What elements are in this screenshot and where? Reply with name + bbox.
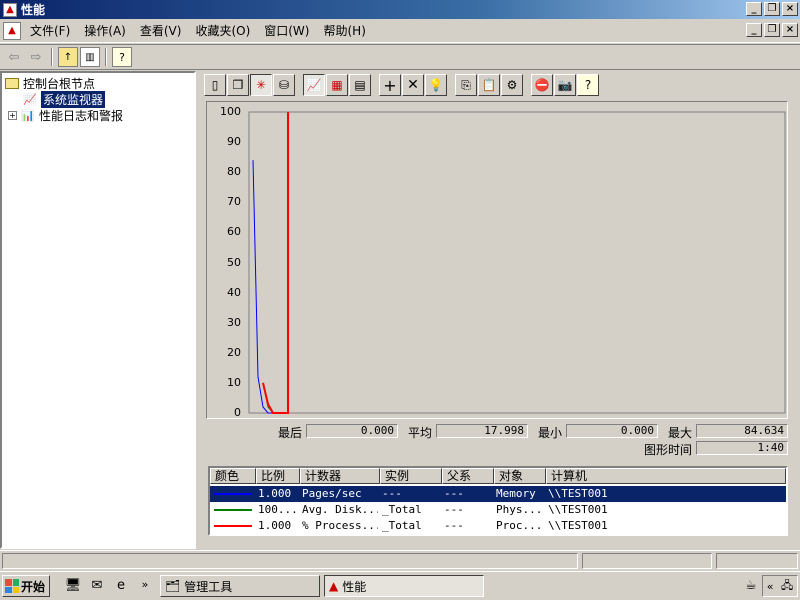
clear-display-icon[interactable]: ❒: [227, 74, 249, 96]
avg-label: 平均: [408, 426, 433, 440]
highlight-icon[interactable]: 💡: [425, 74, 447, 96]
folder-icon: [5, 78, 19, 89]
restore-button[interactable]: ❐: [764, 2, 780, 16]
last-value: 0.000: [306, 424, 398, 438]
tree-item-perf-logs[interactable]: + 📊 性能日志和警报: [8, 107, 123, 124]
tree-item-system-monitor[interactable]: 📈 系统监视器: [22, 91, 106, 108]
duration-label: 图形时间: [644, 443, 693, 457]
add-counter-icon[interactable]: +: [379, 74, 401, 96]
help-icon[interactable]: ?: [577, 74, 599, 96]
min-value: 0.000: [566, 424, 658, 438]
color-swatch: [214, 509, 252, 511]
column-counter[interactable]: 计数器: [300, 468, 380, 484]
legend-row[interactable]: 100... Avg. Disk... _Total --- Phys... \…: [210, 502, 786, 518]
menu-bar: ▲ 文件(F) 操作(A) 查看(V) 收藏夹(O) 窗口(W) 帮助(H): [0, 19, 800, 43]
perfmon-icon: ▲: [329, 579, 339, 593]
menu-file[interactable]: 文件(F): [23, 21, 77, 41]
outlook-express-icon[interactable]: ✉: [88, 578, 106, 596]
up-folder-icon[interactable]: ↑: [58, 47, 78, 67]
last-label: 最后: [278, 426, 303, 440]
column-instance[interactable]: 实例: [380, 468, 442, 484]
duration-value: 1:40: [696, 441, 788, 455]
color-swatch: [214, 493, 252, 495]
view-graph-icon[interactable]: 📈: [303, 74, 325, 96]
copy-properties-icon[interactable]: ⎘: [455, 74, 477, 96]
taskbar-button-admin-tools[interactable]: 🗂 管理工具: [160, 575, 320, 597]
child-minimize-button[interactable]: _: [746, 23, 762, 37]
notification-area: « 🖧: [762, 575, 798, 597]
max-value: 84.634: [696, 424, 788, 438]
start-button[interactable]: 开始: [2, 575, 50, 597]
column-scale[interactable]: 比例: [256, 468, 300, 484]
internet-explorer-icon[interactable]: e: [112, 578, 130, 596]
console-icon[interactable]: ▲: [3, 21, 21, 40]
system-monitor-panel: ▯ ❒ ✳ ⛁ 📈 ▦ ▤ + ✕ 💡 ⎘ 📋 ⚙ ⛔ 📷 ? 100 90 80 7…: [198, 71, 800, 549]
show-tree-icon[interactable]: ▥: [80, 47, 100, 67]
help-icon[interactable]: ?: [112, 47, 132, 67]
perfmon-app-icon[interactable]: ▲: [3, 2, 17, 17]
color-swatch: [214, 525, 252, 527]
chevron-more-icon[interactable]: »: [136, 578, 154, 596]
taskbar-button-performance[interactable]: ▲ 性能: [324, 575, 484, 597]
chart-area: 100 90 80 70 60 50 40 30 20 10 0: [206, 101, 788, 419]
line-chart: [248, 111, 786, 414]
perf-logs-icon: 📊: [21, 109, 35, 122]
tree-root[interactable]: 控制台根节点: [4, 75, 95, 92]
new-counter-set-icon[interactable]: ▯: [204, 74, 226, 96]
show-desktop-icon[interactable]: 🖥: [64, 578, 82, 596]
status-bar: [0, 550, 800, 570]
main-toolbar: ⇦ ⇨ ↑ ▥ ?: [0, 44, 800, 70]
delete-counter-icon[interactable]: ✕: [402, 74, 424, 96]
status-panel-3: [716, 553, 798, 569]
monitor-icon: 📈: [23, 93, 37, 106]
update-data-icon[interactable]: 📷: [554, 74, 576, 96]
column-computer[interactable]: 计算机: [546, 468, 786, 484]
windows-logo-icon: [5, 579, 19, 593]
view-log-data-icon[interactable]: ⛁: [273, 74, 295, 96]
sysmon-toolbar: ▯ ❒ ✳ ⛁ 📈 ▦ ▤ + ✕ 💡 ⎘ 📋 ⚙ ⛔ 📷 ?: [204, 74, 599, 96]
child-restore-button[interactable]: ❐: [764, 23, 780, 37]
legend-row[interactable]: 1.000 Pages/sec --- --- Memory \\TEST001: [210, 486, 786, 502]
close-button[interactable]: ×: [782, 2, 798, 16]
window-title: 性能: [21, 3, 46, 17]
column-parent[interactable]: 父系: [442, 468, 494, 484]
admin-tools-icon: 🗂: [165, 579, 181, 593]
status-panel-main: [2, 553, 578, 569]
properties-icon[interactable]: ⚙: [501, 74, 523, 96]
column-color[interactable]: 颜色: [210, 468, 256, 484]
view-histogram-icon[interactable]: ▦: [326, 74, 348, 96]
current-activity-icon[interactable]: ✳: [250, 74, 272, 96]
min-label: 最小: [538, 426, 563, 440]
plot-area: [248, 111, 786, 414]
taskbar: 开始 🖥 ✉ e » 🗂 管理工具 ▲ 性能 ☕ « 🖧: [0, 571, 800, 600]
menu-window[interactable]: 窗口(W): [257, 21, 316, 41]
tray-expand-icon[interactable]: «: [767, 580, 774, 593]
child-close-button[interactable]: ×: [782, 23, 798, 37]
column-object[interactable]: 对象: [494, 468, 546, 484]
minimize-button[interactable]: _: [746, 2, 762, 16]
view-report-icon[interactable]: ▤: [349, 74, 371, 96]
menu-action[interactable]: 操作(A): [77, 21, 133, 41]
max-label: 最大: [668, 426, 693, 440]
back-arrow-icon[interactable]: ⇦: [4, 47, 24, 67]
network-icon[interactable]: 🖧: [781, 577, 793, 596]
menu-favorites[interactable]: 收藏夹(O): [188, 21, 257, 41]
forward-arrow-icon[interactable]: ⇨: [26, 47, 46, 67]
menu-view[interactable]: 查看(V): [133, 21, 189, 41]
legend-row[interactable]: 1.000 % Process... _Total --- Proc... \\…: [210, 518, 786, 534]
avg-value: 17.998: [436, 424, 528, 438]
expand-icon[interactable]: +: [8, 111, 17, 120]
title-bar[interactable]: ▲ 性能 _ ❐ ×: [0, 0, 800, 19]
console-tree: 控制台根节点 📈 系统监视器 + 📊 性能日志和警报: [0, 71, 196, 549]
menu-help[interactable]: 帮助(H): [316, 21, 372, 41]
system-tray-app-icon[interactable]: ☕: [742, 578, 760, 596]
paste-counter-list-icon[interactable]: 📋: [478, 74, 500, 96]
counter-legend: 颜色 比例 计数器 实例 父系 对象 计算机 1.000 Pages/sec -…: [208, 466, 788, 536]
status-panel-2: [582, 553, 712, 569]
freeze-display-icon[interactable]: ⛔: [531, 74, 553, 96]
